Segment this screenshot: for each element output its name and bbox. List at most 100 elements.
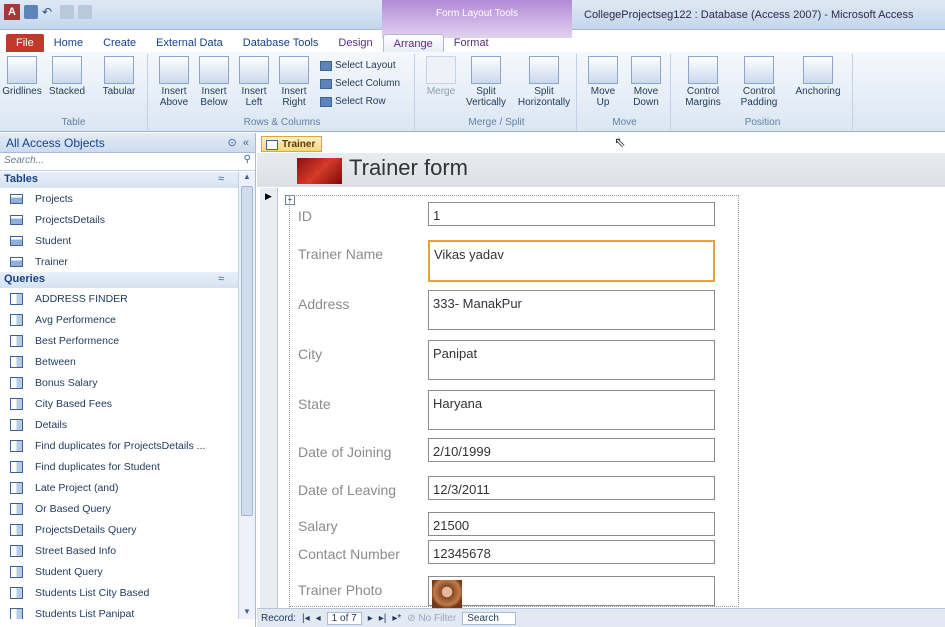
nav-query-item[interactable]: Find duplicates for ProjectsDetails ...	[0, 435, 238, 456]
nav-query-item[interactable]: Late Project (and)	[0, 477, 238, 498]
nav-query-item[interactable]: City Based Fees	[0, 393, 238, 414]
field-value[interactable]: 1	[428, 202, 715, 226]
field-value[interactable]: Vikas yadav	[428, 240, 715, 282]
document-tab-trainer[interactable]: Trainer	[261, 136, 323, 152]
split-horizontally-button[interactable]: Split Horizontally	[513, 56, 575, 108]
nav-scrollbar[interactable]: ▲ ▼	[238, 172, 255, 619]
ribbon-tabs: File Home Create External Data Database …	[0, 30, 945, 52]
queries-section-header[interactable]: Queries ≈	[0, 272, 238, 288]
gridlines-button[interactable]: Gridlines	[2, 56, 42, 97]
record-position-input[interactable]: 1 of 7	[326, 611, 362, 625]
trainer-photo[interactable]	[432, 580, 462, 610]
field-label[interactable]: City	[298, 340, 428, 380]
tables-section-header[interactable]: Tables ≈	[0, 172, 238, 188]
last-record-icon[interactable]: ▸|	[379, 613, 387, 624]
nav-query-item[interactable]: Avg Performence	[0, 309, 238, 330]
nav-query-item[interactable]: Students List Panipat	[0, 603, 238, 619]
field-value[interactable]: 21500	[428, 512, 715, 536]
previous-record-icon[interactable]: ◂	[316, 613, 321, 624]
select-layout-button[interactable]: Select Layout	[320, 60, 396, 71]
new-record-icon[interactable]: ▸*	[392, 613, 401, 624]
field-label[interactable]: Trainer Photo	[298, 576, 428, 606]
nav-table-item[interactable]: Student	[0, 230, 238, 251]
record-selector[interactable]: ▶	[260, 188, 278, 608]
field-value[interactable]: 12345678	[428, 540, 715, 564]
insert-below-button[interactable]: Insert Below	[194, 56, 234, 108]
select-column-button[interactable]: Select Column	[320, 78, 400, 89]
control-margins-button[interactable]: Control Margins	[677, 56, 729, 108]
nav-table-item[interactable]: ProjectsDetails	[0, 209, 238, 230]
access-app-icon[interactable]: A	[4, 4, 20, 20]
nav-pane-controls[interactable]: ⊙ «	[228, 136, 249, 149]
field-label[interactable]: Salary	[298, 512, 428, 536]
anchoring-button[interactable]: Anchoring	[789, 56, 847, 97]
control-padding-button[interactable]: Control Padding	[733, 56, 785, 108]
nav-table-item[interactable]: Projects	[0, 188, 238, 209]
nav-query-item[interactable]: Details	[0, 414, 238, 435]
field-value[interactable]: Haryana	[428, 390, 715, 430]
merge-split-group-label: Merge / Split	[468, 117, 525, 128]
nav-query-item[interactable]: Between	[0, 351, 238, 372]
nav-query-item[interactable]: Or Based Query	[0, 498, 238, 519]
no-filter-button[interactable]: ⊘ No Filter	[407, 613, 456, 624]
merge-button[interactable]: Merge	[423, 56, 459, 97]
record-search-input[interactable]: Search	[462, 611, 516, 625]
field-label[interactable]: Trainer Name	[298, 240, 428, 282]
nav-search-input[interactable]: Search... ⚲	[0, 153, 255, 171]
chevron-down-icon[interactable]: ⊙	[228, 137, 237, 149]
nav-query-item[interactable]: Best Performence	[0, 330, 238, 351]
collapse-chevron-icon[interactable]: ≈	[218, 173, 224, 185]
scroll-thumb[interactable]	[241, 186, 253, 516]
move-down-button[interactable]: Move Down	[625, 56, 667, 108]
tab-design[interactable]: Design	[328, 34, 382, 52]
nav-table-item[interactable]: Trainer	[0, 251, 238, 272]
insert-right-button[interactable]: Insert Right	[274, 56, 314, 108]
save-icon[interactable]	[24, 5, 38, 19]
scroll-down-icon[interactable]: ▼	[239, 607, 255, 619]
tab-create[interactable]: Create	[93, 34, 146, 52]
tab-external-data[interactable]: External Data	[146, 34, 233, 52]
scroll-up-icon[interactable]: ▲	[239, 172, 255, 184]
tab-arrange[interactable]: Arrange	[382, 34, 444, 52]
insert-left-button[interactable]: Insert Left	[234, 56, 274, 108]
search-icon[interactable]: ⚲	[244, 154, 251, 165]
tab-format[interactable]: Format	[444, 34, 499, 52]
field-label[interactable]: Date of Leaving	[298, 476, 428, 500]
nav-query-item[interactable]: ADDRESS FINDER	[0, 288, 238, 309]
trainer-photo-field[interactable]	[428, 576, 715, 610]
nav-query-item[interactable]: Bonus Salary	[0, 372, 238, 393]
nav-query-item[interactable]: Students List City Based	[0, 582, 238, 603]
nav-query-item[interactable]: ProjectsDetails Query	[0, 519, 238, 540]
form-title[interactable]: Trainer form	[349, 155, 468, 181]
field-label[interactable]: State	[298, 390, 428, 430]
field-value[interactable]: 12/3/2011	[428, 476, 715, 500]
nav-query-item[interactable]: Find duplicates for Student	[0, 456, 238, 477]
select-row-button[interactable]: Select Row	[320, 96, 386, 107]
field-value[interactable]: 2/10/1999	[428, 438, 715, 462]
field-label[interactable]: Contact Number	[298, 540, 428, 564]
field-label[interactable]: Address	[298, 290, 428, 330]
nav-header[interactable]: All Access Objects ⊙ «	[0, 133, 255, 153]
first-record-icon[interactable]: |◂	[302, 613, 310, 624]
tab-home[interactable]: Home	[44, 34, 93, 52]
insert-above-button[interactable]: Insert Above	[154, 56, 194, 108]
field-value[interactable]: 333- ManakPur	[428, 290, 715, 330]
new-doc-icon[interactable]	[78, 5, 92, 19]
collapse-chevron-icon[interactable]: ≈	[218, 273, 224, 285]
split-vertically-button[interactable]: Split Vertically	[461, 56, 511, 108]
tab-file[interactable]: File	[6, 34, 44, 52]
stacked-button[interactable]: Stacked	[44, 56, 90, 97]
form-logo[interactable]	[297, 158, 342, 184]
collapse-pane-icon[interactable]: «	[243, 137, 249, 149]
nav-query-item[interactable]: Student Query	[0, 561, 238, 582]
field-label[interactable]: ID	[298, 202, 428, 226]
redo-icon[interactable]	[60, 5, 74, 19]
move-up-button[interactable]: Move Up	[583, 56, 623, 108]
field-label[interactable]: Date of Joining	[298, 438, 428, 462]
next-record-icon[interactable]: ▸	[368, 613, 373, 624]
nav-query-item[interactable]: Street Based Info	[0, 540, 238, 561]
undo-icon[interactable]: ↶	[42, 5, 56, 19]
tab-database-tools[interactable]: Database Tools	[233, 34, 329, 52]
field-value[interactable]: Panipat	[428, 340, 715, 380]
tabular-button[interactable]: Tabular	[94, 56, 144, 97]
